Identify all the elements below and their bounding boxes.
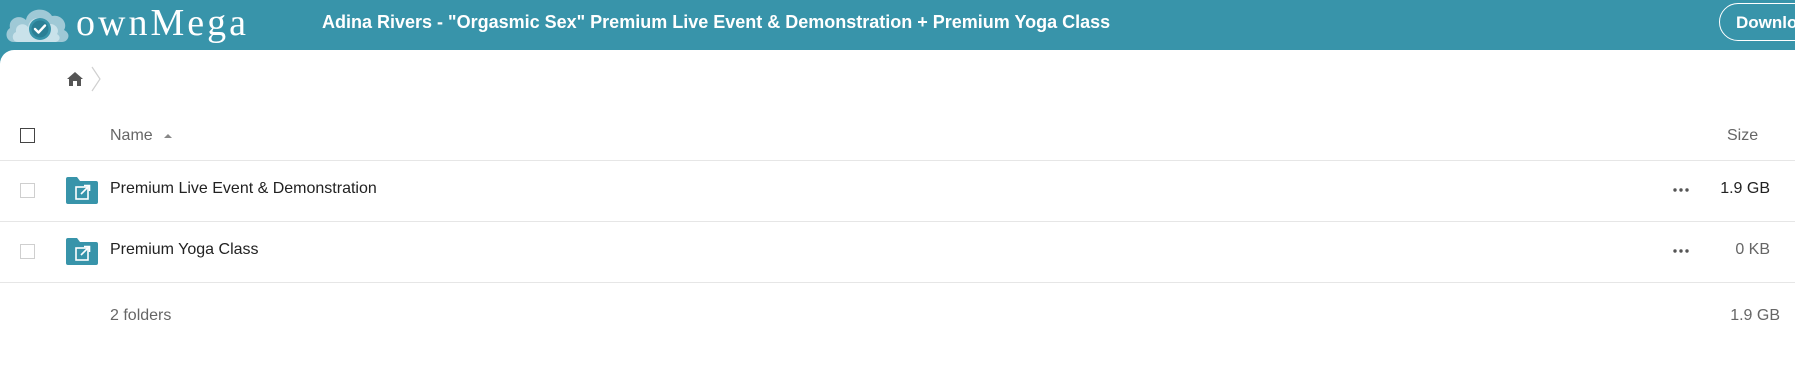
download-button[interactable]: Download	[1719, 3, 1795, 41]
folder-size: 0 KB	[1735, 241, 1770, 258]
name-column-header[interactable]: Name	[110, 127, 173, 145]
select-all-checkbox[interactable]	[20, 128, 35, 143]
folder-name[interactable]: Premium Yoga Class	[110, 241, 259, 259]
table-row[interactable]: Premium Live Event & Demonstration 1.9 G…	[0, 161, 1795, 222]
size-column-header[interactable]: Size	[1727, 127, 1758, 145]
sort-ascending-icon	[163, 134, 172, 138]
app-header: ownMega Adina Rivers - "Orgasmic Sex" Pr…	[0, 0, 1795, 50]
table-header: Name Size	[0, 114, 1795, 161]
home-icon[interactable]	[66, 70, 84, 88]
folder-count: 2 folders	[110, 307, 172, 324]
more-options-icon[interactable]	[1671, 186, 1691, 194]
breadcrumb	[66, 66, 102, 92]
total-size: 1.9 GB	[1730, 307, 1780, 324]
page-title: Adina Rivers - "Orgasmic Sex" Premium Li…	[322, 12, 1111, 32]
row-checkbox[interactable]	[20, 244, 35, 259]
more-options-icon[interactable]	[1671, 247, 1691, 255]
shared-folder-icon	[66, 177, 98, 204]
cloud-check-logo-icon	[6, 9, 69, 43]
folder-size: 1.9 GB	[1720, 180, 1770, 197]
table-row[interactable]: Premium Yoga Class 0 KB	[0, 222, 1795, 283]
row-checkbox[interactable]	[20, 183, 35, 198]
folder-name[interactable]: Premium Live Event & Demonstration	[110, 180, 377, 198]
chevron-right-icon	[91, 66, 101, 92]
shared-folder-icon	[66, 238, 98, 265]
logo-text: ownMega	[76, 2, 249, 44]
name-column-label: Name	[110, 127, 153, 144]
